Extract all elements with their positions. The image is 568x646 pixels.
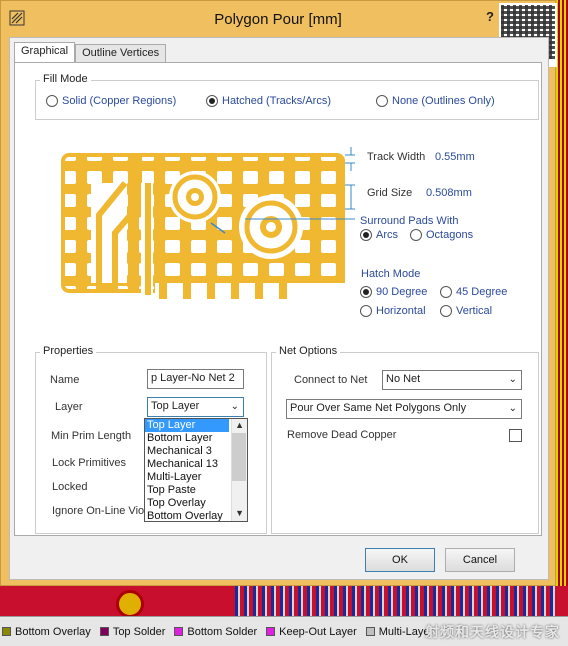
help-button[interactable]: ? <box>486 9 494 24</box>
fill-mode-group: Fill Mode Solid (Copper Regions) Hatched… <box>35 73 539 120</box>
layer-dropdown-list[interactable]: Top Layer Bottom Layer Mechanical 3 Mech… <box>144 418 248 522</box>
surround-octagons-radio[interactable]: Octagons <box>410 229 473 241</box>
radio-dot <box>376 95 388 107</box>
chevron-down-icon: ⌄ <box>508 403 517 414</box>
radio-label: Arcs <box>376 229 398 241</box>
radio-label: Horizontal <box>376 305 426 317</box>
hatch-horizontal-radio[interactable]: Horizontal <box>360 305 426 317</box>
cancel-button[interactable]: Cancel <box>445 548 515 572</box>
title-bar[interactable]: Polygon Pour [mm] ? <box>1 1 555 37</box>
properties-label: Properties <box>40 345 97 357</box>
hatch-vertical-radio[interactable]: Vertical <box>440 305 492 317</box>
layer-color-swatch <box>266 627 276 636</box>
graphical-tab-page: Fill Mode Solid (Copper Regions) Hatched… <box>14 62 542 536</box>
tab-outline-vertices[interactable]: Outline Vertices <box>75 44 167 62</box>
track-width-label: Track Width <box>367 151 426 163</box>
tab-graphical[interactable]: Graphical <box>14 42 76 62</box>
layer-color-swatch <box>174 627 184 636</box>
layer-tab-label: Bottom Overlay <box>15 625 91 638</box>
layer-label: Layer <box>55 401 83 413</box>
layer-color-swatch <box>99 627 109 636</box>
grid-size-label: Grid Size <box>367 187 413 199</box>
remove-dead-copper-checkbox[interactable] <box>509 429 522 442</box>
pour-over-select[interactable]: Pour Over Same Net Polygons Only ⌄ <box>286 399 522 419</box>
pcb-traces <box>235 586 555 616</box>
layer-tab-bottom-solder[interactable]: Bottom Solder <box>174 626 257 638</box>
layer-color-swatch <box>365 627 375 636</box>
layer-tab-label: Top Solder <box>112 625 166 638</box>
tab-strip: Graphical Outline Vertices <box>14 42 167 62</box>
layer-tab-label: Keep-Out Layer <box>279 625 357 638</box>
pcb-background-bottom <box>0 586 568 616</box>
polygon-pour-dialog: Polygon Pour [mm] ? 微信联系 Graphical Outli… <box>0 0 557 586</box>
chevron-down-icon: ⌄ <box>230 401 239 412</box>
layer-select-value: Top Layer <box>151 400 200 412</box>
name-label: Name <box>50 374 80 386</box>
hatch-90-radio[interactable]: 90 Degree <box>360 286 427 298</box>
app-icon <box>9 10 25 26</box>
min-prim-length-label: Min Prim Length <box>51 430 132 442</box>
lock-primitives-label: Lock Primitives <box>52 457 126 469</box>
radio-label: Vertical <box>456 305 493 317</box>
scroll-up-icon[interactable]: ▲ <box>235 420 244 430</box>
radio-label: Hatched (Tracks/Arcs) <box>222 95 332 107</box>
layer-color-swatch <box>2 627 11 636</box>
pcb-background-right <box>556 0 568 646</box>
chevron-down-icon: ⌄ <box>508 374 517 385</box>
fill-hatched-radio[interactable]: Hatched (Tracks/Arcs) <box>206 95 331 107</box>
hatch-45-radio[interactable]: 45 Degree <box>440 286 507 298</box>
fill-none-radio[interactable]: None (Outlines Only) <box>376 95 495 107</box>
layer-tab-keep-out[interactable]: Keep-Out Layer <box>266 626 357 638</box>
surround-arcs-radio[interactable]: Arcs <box>360 229 398 241</box>
hatch-preview-image <box>61 147 355 299</box>
radio-label: Octagons <box>426 229 474 241</box>
radio-dot <box>360 229 372 241</box>
radio-label: 45 Degree <box>456 286 508 298</box>
remove-dead-copper-label: Remove Dead Copper <box>287 429 397 441</box>
radio-dot <box>46 95 58 107</box>
radio-label: Solid (Copper Regions) <box>62 95 177 107</box>
ignore-online-violations-label: Ignore On-Line Vio <box>52 505 145 517</box>
connect-to-net-label: Connect to Net <box>294 374 368 386</box>
layer-tab-label: Bottom Solder <box>187 625 258 638</box>
pour-over-value: Pour Over Same Net Polygons Only <box>290 402 467 414</box>
dropdown-scrollbar[interactable]: ▲ ▼ <box>231 419 247 521</box>
radio-dot <box>360 305 372 317</box>
locked-label: Locked <box>52 481 88 493</box>
net-options-label: Net Options <box>276 345 341 357</box>
radio-label: None (Outlines Only) <box>392 95 495 107</box>
fill-solid-radio[interactable]: Solid (Copper Regions) <box>46 95 176 107</box>
layer-tab-top-solder[interactable]: Top Solder <box>99 625 166 638</box>
scrollbar-thumb[interactable] <box>232 433 246 481</box>
layer-select[interactable]: Top Layer ⌄ <box>147 397 244 417</box>
scroll-down-icon[interactable]: ▼ <box>235 508 244 518</box>
hatch-mode-label: Hatch Mode <box>361 268 421 280</box>
radio-dot <box>410 229 422 241</box>
radio-label: 90 Degree <box>376 286 428 298</box>
ok-button[interactable]: OK <box>365 548 435 572</box>
watermark-bottom: 射频和天线设计专家 <box>425 624 560 640</box>
dropdown-option[interactable]: Top Layer <box>145 419 229 432</box>
track-width-value[interactable]: 0.55mm <box>435 151 475 163</box>
connect-to-net-value: No Net <box>386 373 421 385</box>
radio-dot <box>440 286 452 298</box>
layer-tab-multi-layer[interactable]: Multi-Layer <box>365 626 433 638</box>
radio-dot <box>206 95 218 107</box>
name-input[interactable]: p Layer-No Net 2 <box>147 369 244 389</box>
pcb-pad <box>116 590 144 616</box>
dialog-body: Graphical Outline Vertices Fill Mode Sol… <box>9 37 549 580</box>
fill-mode-label: Fill Mode <box>40 73 91 85</box>
radio-dot <box>360 286 372 298</box>
layer-tab-bottom-overlay[interactable]: Bottom Overlay <box>2 626 91 638</box>
connect-to-net-select[interactable]: No Net ⌄ <box>382 370 522 390</box>
radio-dot <box>440 305 452 317</box>
surround-pads-label: Surround Pads With <box>360 215 459 227</box>
dialog-title: Polygon Pour [mm] <box>214 10 342 28</box>
grid-size-value[interactable]: 0.508mm <box>426 187 472 199</box>
